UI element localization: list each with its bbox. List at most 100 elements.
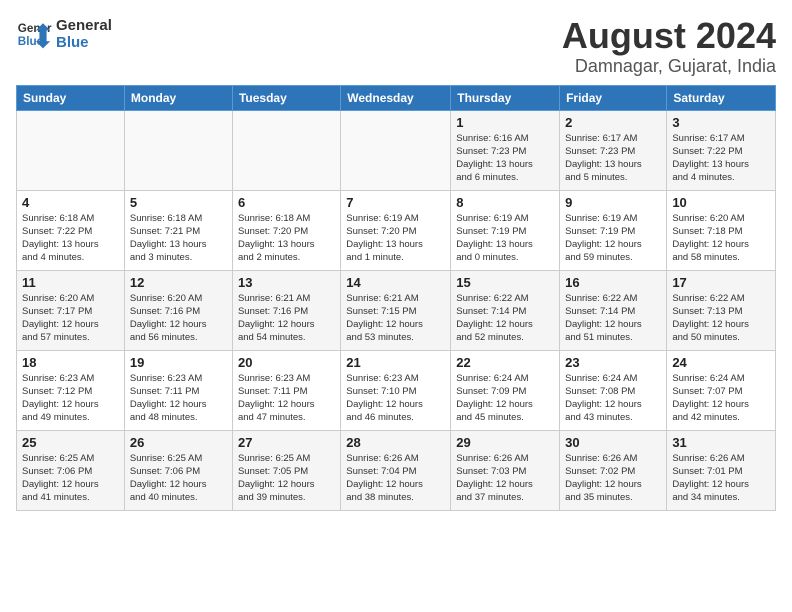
- calendar-cell: 25Sunrise: 6:25 AMSunset: 7:06 PMDayligh…: [17, 430, 125, 510]
- day-info: Sunrise: 6:18 AMSunset: 7:20 PMDaylight:…: [238, 212, 335, 265]
- day-number: 15: [456, 275, 554, 290]
- day-number: 18: [22, 355, 119, 370]
- calendar-cell: 16 Sunrise: 6:22 AMSunset: 7:14 PMDayligh…: [560, 270, 667, 350]
- weekday-header-sunday: Sunday: [17, 85, 125, 110]
- calendar-table: SundayMondayTuesdayWednesdayThursdayFrid…: [16, 85, 776, 511]
- weekday-header-thursday: Thursday: [451, 85, 560, 110]
- day-number: 31: [672, 435, 770, 450]
- calendar-cell: 8 Sunrise: 6:19 AMSunset: 7:19 PMDaylight…: [451, 190, 560, 270]
- weekday-header-row: SundayMondayTuesdayWednesdayThursdayFrid…: [17, 85, 776, 110]
- day-info: Sunrise: 6:17 AMSunset: 7:23 PMDaylight:…: [565, 132, 661, 185]
- logo-blue: Blue: [56, 34, 112, 51]
- calendar-cell: 7 Sunrise: 6:19 AMSunset: 7:20 PMDaylight…: [341, 190, 451, 270]
- day-number: 24: [672, 355, 770, 370]
- calendar-cell: 26Sunrise: 6:25 AMSunset: 7:06 PMDayligh…: [124, 430, 232, 510]
- day-info: Sunrise: 6:26 AMSunset: 7:03 PMDaylight:…: [456, 452, 554, 505]
- day-number: 25: [22, 435, 119, 450]
- day-number: 5: [130, 195, 227, 210]
- day-info: Sunrise: 6:23 AMSunset: 7:11 PMDaylight:…: [238, 372, 335, 425]
- day-info: Sunrise: 6:21 AMSunset: 7:16 PMDaylight:…: [238, 292, 335, 345]
- day-info: Sunrise: 6:23 AMSunset: 7:10 PMDaylight:…: [346, 372, 445, 425]
- calendar-cell: 31 Sunrise: 6:26 AMSunset: 7:01 PMDayligh…: [667, 430, 776, 510]
- day-number: 8: [456, 195, 554, 210]
- day-number: 29: [456, 435, 554, 450]
- day-number: 30: [565, 435, 661, 450]
- day-number: 10: [672, 195, 770, 210]
- calendar-cell: 22 Sunrise: 6:24 AMSunset: 7:09 PMDayligh…: [451, 350, 560, 430]
- day-number: 13: [238, 275, 335, 290]
- calendar-cell: 4Sunrise: 6:18 AMSunset: 7:22 PMDaylight…: [17, 190, 125, 270]
- day-number: 17: [672, 275, 770, 290]
- day-number: 2: [565, 115, 661, 130]
- day-info: Sunrise: 6:22 AMSunset: 7:14 PMDaylight:…: [456, 292, 554, 345]
- weekday-header-tuesday: Tuesday: [232, 85, 340, 110]
- calendar-cell: [124, 110, 232, 190]
- day-info: Sunrise: 6:17 AMSunset: 7:22 PMDaylight:…: [672, 132, 770, 185]
- day-info: Sunrise: 6:16 AMSunset: 7:23 PMDaylight:…: [456, 132, 554, 185]
- day-number: 22: [456, 355, 554, 370]
- calendar-cell: 10 Sunrise: 6:20 AMSunset: 7:18 PMDayligh…: [667, 190, 776, 270]
- calendar-week-row: 1 Sunrise: 6:16 AMSunset: 7:23 PMDaylight…: [17, 110, 776, 190]
- location: Damnagar, Gujarat, India: [562, 56, 776, 77]
- calendar-cell: [232, 110, 340, 190]
- day-number: 4: [22, 195, 119, 210]
- day-info: Sunrise: 6:18 AMSunset: 7:21 PMDaylight:…: [130, 212, 227, 265]
- day-info: Sunrise: 6:24 AMSunset: 7:09 PMDaylight:…: [456, 372, 554, 425]
- calendar-cell: 13 Sunrise: 6:21 AMSunset: 7:16 PMDayligh…: [232, 270, 340, 350]
- calendar-cell: 9Sunrise: 6:19 AMSunset: 7:19 PMDaylight…: [560, 190, 667, 270]
- calendar-cell: 20 Sunrise: 6:23 AMSunset: 7:11 PMDayligh…: [232, 350, 340, 430]
- day-info: Sunrise: 6:26 AMSunset: 7:01 PMDaylight:…: [672, 452, 770, 505]
- day-number: 20: [238, 355, 335, 370]
- day-number: 14: [346, 275, 445, 290]
- day-number: 7: [346, 195, 445, 210]
- calendar-cell: [341, 110, 451, 190]
- calendar-cell: 5 Sunrise: 6:18 AMSunset: 7:21 PMDaylight…: [124, 190, 232, 270]
- day-number: 21: [346, 355, 445, 370]
- day-info: Sunrise: 6:19 AMSunset: 7:19 PMDaylight:…: [456, 212, 554, 265]
- calendar-week-row: 25 Sunrise: 6:25 AMSunset: 7:06 PMDayligh…: [17, 430, 776, 510]
- day-info: Sunrise: 6:26 AMSunset: 7:04 PMDaylight:…: [346, 452, 445, 505]
- day-number: 1: [456, 115, 554, 130]
- day-number: 11: [22, 275, 119, 290]
- month-year: August 2024: [562, 16, 776, 56]
- calendar-cell: 18 Sunrise: 6:23 AMSunset: 7:12 PMDayligh…: [17, 350, 125, 430]
- day-info: Sunrise: 6:20 AMSunset: 7:18 PMDaylight:…: [672, 212, 770, 265]
- day-number: 3: [672, 115, 770, 130]
- day-info: Sunrise: 6:25 AMSunset: 7:05 PMDaylight:…: [238, 452, 335, 505]
- day-info: Sunrise: 6:22 AMSunset: 7:14 PMDaylight:…: [565, 292, 661, 345]
- page-header: General Blue General Blue August 2024 Da…: [16, 16, 776, 77]
- calendar-week-row: 11 Sunrise: 6:20 AMSunset: 7:17 PMDayligh…: [17, 270, 776, 350]
- day-number: 16: [565, 275, 661, 290]
- title-block: August 2024 Damnagar, Gujarat, India: [562, 16, 776, 77]
- day-info: Sunrise: 6:20 AMSunset: 7:16 PMDaylight:…: [130, 292, 227, 345]
- calendar-week-row: 4Sunrise: 6:18 AMSunset: 7:22 PMDaylight…: [17, 190, 776, 270]
- calendar-cell: 23Sunrise: 6:24 AMSunset: 7:08 PMDayligh…: [560, 350, 667, 430]
- day-info: Sunrise: 6:23 AMSunset: 7:11 PMDaylight:…: [130, 372, 227, 425]
- logo: General Blue General Blue: [16, 16, 112, 52]
- calendar-cell: 28Sunrise: 6:26 AMSunset: 7:04 PMDayligh…: [341, 430, 451, 510]
- calendar-cell: 21 Sunrise: 6:23 AMSunset: 7:10 PMDayligh…: [341, 350, 451, 430]
- day-info: Sunrise: 6:24 AMSunset: 7:07 PMDaylight:…: [672, 372, 770, 425]
- day-info: Sunrise: 6:26 AMSunset: 7:02 PMDaylight:…: [565, 452, 661, 505]
- day-number: 23: [565, 355, 661, 370]
- calendar-cell: 14 Sunrise: 6:21 AMSunset: 7:15 PMDayligh…: [341, 270, 451, 350]
- calendar-cell: 30 Sunrise: 6:26 AMSunset: 7:02 PMDayligh…: [560, 430, 667, 510]
- day-info: Sunrise: 6:23 AMSunset: 7:12 PMDaylight:…: [22, 372, 119, 425]
- day-info: Sunrise: 6:19 AMSunset: 7:19 PMDaylight:…: [565, 212, 661, 265]
- calendar-cell: 24 Sunrise: 6:24 AMSunset: 7:07 PMDayligh…: [667, 350, 776, 430]
- weekday-header-wednesday: Wednesday: [341, 85, 451, 110]
- day-number: 27: [238, 435, 335, 450]
- calendar-cell: 2 Sunrise: 6:17 AMSunset: 7:23 PMDaylight…: [560, 110, 667, 190]
- day-info: Sunrise: 6:20 AMSunset: 7:17 PMDaylight:…: [22, 292, 119, 345]
- day-info: Sunrise: 6:25 AMSunset: 7:06 PMDaylight:…: [130, 452, 227, 505]
- day-info: Sunrise: 6:21 AMSunset: 7:15 PMDaylight:…: [346, 292, 445, 345]
- weekday-header-monday: Monday: [124, 85, 232, 110]
- day-info: Sunrise: 6:19 AMSunset: 7:20 PMDaylight:…: [346, 212, 445, 265]
- calendar-cell: 1 Sunrise: 6:16 AMSunset: 7:23 PMDaylight…: [451, 110, 560, 190]
- calendar-week-row: 18 Sunrise: 6:23 AMSunset: 7:12 PMDayligh…: [17, 350, 776, 430]
- calendar-cell: 17 Sunrise: 6:22 AMSunset: 7:13 PMDayligh…: [667, 270, 776, 350]
- weekday-header-saturday: Saturday: [667, 85, 776, 110]
- day-info: Sunrise: 6:22 AMSunset: 7:13 PMDaylight:…: [672, 292, 770, 345]
- calendar-cell: 19Sunrise: 6:23 AMSunset: 7:11 PMDayligh…: [124, 350, 232, 430]
- calendar-cell: 6Sunrise: 6:18 AMSunset: 7:20 PMDaylight…: [232, 190, 340, 270]
